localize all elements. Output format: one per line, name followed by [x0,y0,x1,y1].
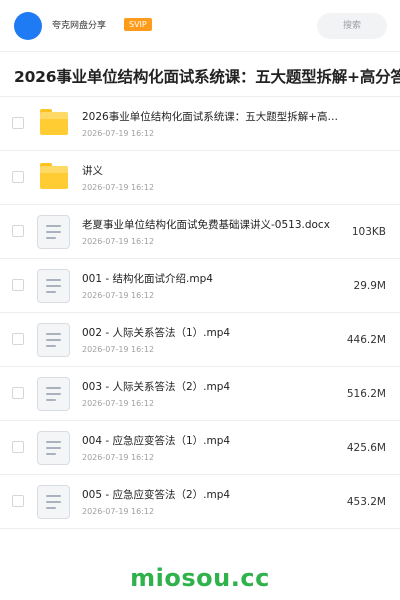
file-date: 2026-07-19 16:12 [82,345,155,354]
document-icon [37,215,70,249]
document-icon [37,269,70,303]
file-size: 446.2M [346,334,386,346]
file-name: 002 - 人际关系答法（1）.mp4 [82,327,231,339]
avatar[interactable] [14,12,42,40]
document-icon [37,377,70,411]
file-date: 2026-07-19 16:12 [82,453,155,462]
folder-icon [40,163,68,189]
select-checkbox[interactable] [12,495,24,507]
select-checkbox[interactable] [12,279,24,291]
file-list: 2026事业单位结构化面试系统课：五大题型拆解+高分答题 2026-07-19 1… [0,96,400,529]
document-icon [37,485,70,519]
file-size: 453.2M [346,496,386,508]
file-size: 29.9M [353,280,386,292]
file-row[interactable]: 001 - 结构化面试介绍.mp4 2026-07-19 16:12 29.9M [0,259,400,313]
file-date: 2026-07-19 16:12 [82,129,155,138]
watermark-text: miosou.cc [130,564,270,592]
select-checkbox[interactable] [12,225,24,237]
select-checkbox[interactable] [12,117,24,129]
svip-badge: SVIP [124,18,152,31]
file-date: 2026-07-19 16:12 [82,507,155,516]
file-row[interactable]: 005 - 应急应变答法（2）.mp4 2026-07-19 16:12 453.2… [0,475,400,529]
file-date: 2026-07-19 16:12 [82,183,155,192]
file-name: 005 - 应急应变答法（2）.mp4 [82,489,231,501]
file-date: 2026-07-19 16:12 [82,399,155,408]
document-icon [37,431,70,465]
file-name: 讲义 [82,165,103,177]
file-name: 001 - 结构化面试介绍.mp4 [82,273,213,285]
select-checkbox[interactable] [12,333,24,345]
header: 夸克网盘分享 SVIP 搜索 [0,0,400,52]
select-checkbox[interactable] [12,441,24,453]
file-row[interactable]: 003 - 人际关系答法（2）.mp4 2026-07-19 16:12 516.2… [0,367,400,421]
file-size: 425.6M [346,442,386,454]
file-size: 516.2M [346,388,386,400]
file-size: 103KB [351,226,386,238]
username: 夸克网盘分享 [52,21,107,31]
file-name: 003 - 人际关系答法（2）.mp4 [82,381,231,393]
file-row[interactable]: 004 - 应急应变答法（1）.mp4 2026-07-19 16:12 425.6… [0,421,400,475]
file-date: 2026-07-19 16:12 [82,291,155,300]
file-date: 2026-07-19 16:12 [82,237,155,246]
file-row[interactable]: 002 - 人际关系答法（1）.mp4 2026-07-19 16:12 446.2… [0,313,400,367]
search-input[interactable]: 搜索 [317,13,387,39]
file-name: 004 - 应急应变答法（1）.mp4 [82,435,231,447]
select-checkbox[interactable] [12,171,24,183]
file-name: 老夏事业单位结构化面试免费基础课讲义-0513.docx [82,219,330,231]
select-checkbox[interactable] [12,387,24,399]
share-title: 2026事业单位结构化面试系统课：五大题型拆解+高分答题 [14,68,400,86]
file-row[interactable]: 老夏事业单位结构化面试免费基础课讲义-0513.docx 2026-07-19 1… [0,205,400,259]
document-icon [37,323,70,357]
folder-icon [40,109,68,135]
file-row[interactable]: 2026事业单位结构化面试系统课：五大题型拆解+高分答题 2026-07-19 1… [0,97,400,151]
file-name: 2026事业单位结构化面试系统课：五大题型拆解+高分答题 [82,111,344,123]
file-row[interactable]: 讲义 2026-07-19 16:12 [0,151,400,205]
